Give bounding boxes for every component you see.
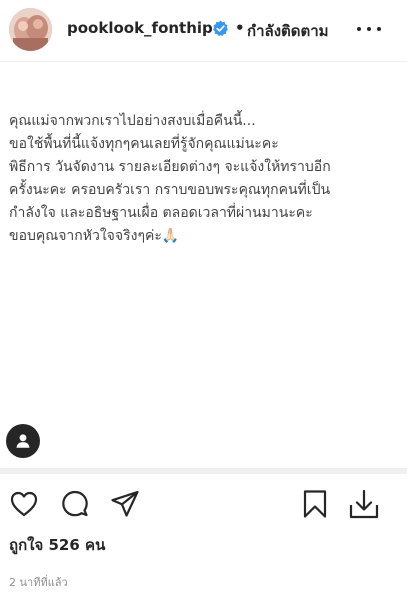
avatar-photo [9, 8, 52, 51]
username[interactable]: pooklook_fonthip [67, 19, 213, 37]
user-tag-icon[interactable] [6, 424, 40, 458]
post-text-line: ครั้งนะคะ ครอบครัวเรา กราบขอบพระคุณทุกคน… [9, 182, 331, 198]
header-separator: • [235, 19, 245, 37]
post-text-line: กำลังใจ และอธิษฐานเผื่อ ตลอดเวลาที่ผ่านม… [9, 205, 313, 221]
post-text-line: ขอบคุณจากหัวใจจริงๆค่ะ🙏🏻 [9, 228, 180, 244]
post-timestamp[interactable]: 2 นาทีที่แล้ว [9, 573, 68, 591]
more-options-icon[interactable] [357, 22, 381, 36]
section-divider [0, 468, 407, 474]
more-dot-1 [357, 27, 361, 31]
heart-icon[interactable] [9, 489, 39, 519]
comment-icon[interactable] [60, 489, 90, 519]
verified-badge-icon [212, 20, 229, 37]
post-text: คุณแม่จากพวกเราไปอย่างสงบเมื่อคืนนี้... … [9, 110, 389, 248]
more-dot-2 [367, 27, 371, 31]
avatar[interactable] [9, 8, 52, 51]
post-header: pooklook_fonthip • กำลังติดตาม [0, 0, 407, 62]
likes-count[interactable]: ถูกใจ 526 คน [9, 533, 105, 557]
more-dot-3 [377, 27, 381, 31]
post-text-line: พิธีการ วันจัดงาน รายละเอียดต่างๆ จะแจ้ง… [9, 159, 331, 175]
following-button[interactable]: กำลังติดตาม [247, 19, 329, 43]
post-text-line: คุณแม่จากพวกเราไปอย่างสงบเมื่อคืนนี้... [9, 113, 256, 129]
bookmark-icon[interactable] [300, 489, 330, 519]
paper-plane-icon[interactable] [110, 489, 140, 519]
download-icon[interactable] [348, 488, 379, 519]
post-text-line: ขอใช้พื้นที่นี้แจ้งทุกๆคนเลยที่รู้จักคุณ… [9, 136, 279, 152]
